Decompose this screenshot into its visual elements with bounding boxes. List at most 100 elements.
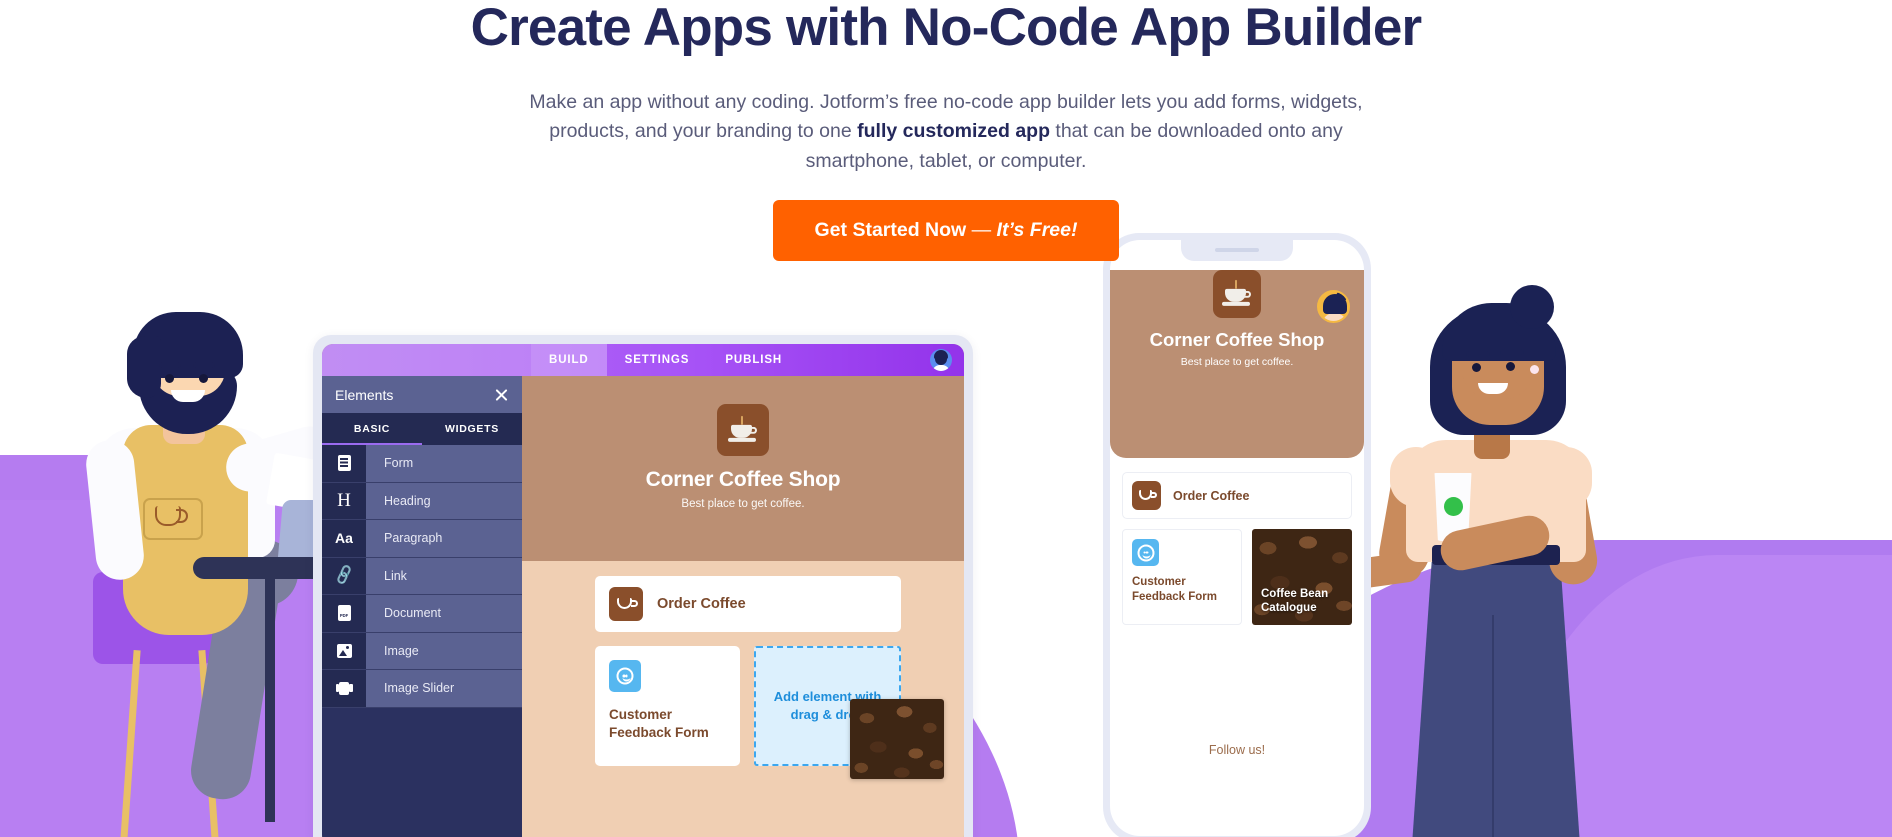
phone-screen: Corner Coffee Shop Best place to get cof…: [1110, 240, 1364, 836]
image-icon: [322, 632, 366, 669]
element-item-heading[interactable]: H Heading: [322, 482, 522, 520]
element-label: Heading: [366, 482, 522, 519]
smiley-icon: [1132, 539, 1159, 566]
woman-eye-right: [1506, 362, 1515, 371]
woman-skirt: [1412, 555, 1580, 837]
smiley-icon: [609, 660, 641, 692]
tablet-screen: BUILD SETTINGS PUBLISH Corner Coffee Sho…: [322, 344, 964, 837]
get-started-button[interactable]: Get Started Now — It’s Free!: [772, 200, 1120, 261]
document-pdf-icon: PDF: [322, 595, 366, 632]
coffee-cup-icon: [1222, 279, 1252, 306]
app-preview-body: Order Coffee Customer Feedback Form Add …: [522, 561, 964, 837]
phone-customer-feedback-card[interactable]: Customer Feedback Form: [1122, 529, 1242, 625]
phone-avatar-body: [1322, 313, 1347, 321]
link-icon: 🔗: [322, 557, 366, 594]
cta-container: Get Started Now — It’s Free!: [0, 200, 1892, 261]
woman-eyebrow-left: [1466, 351, 1490, 357]
phone-app-name: Corner Coffee Shop: [1149, 329, 1325, 350]
builder-topbar: BUILD SETTINGS PUBLISH: [322, 344, 964, 376]
image-slider-icon: [322, 670, 366, 707]
barista-eye-right: [199, 374, 208, 383]
element-item-paragraph[interactable]: Aa Paragraph: [322, 520, 522, 558]
hero-section: Create Apps with No-Code App Builder Mak…: [0, 0, 1892, 177]
page-title: Create Apps with No-Code App Builder: [470, 0, 1423, 57]
element-label: Paragraph: [366, 520, 522, 557]
element-label: Image Slider: [366, 670, 522, 707]
table-pole: [265, 572, 275, 822]
heading-icon: H: [322, 482, 366, 519]
element-item-image[interactable]: Image: [322, 632, 522, 670]
element-label: Link: [366, 557, 522, 594]
tab-build[interactable]: BUILD: [531, 344, 607, 376]
tab-publish[interactable]: PUBLISH: [707, 344, 800, 376]
customer-feedback-label: Customer Feedback Form: [609, 707, 709, 740]
elements-panel: Elements BASIC WIDGETS Form H Heading Aa: [322, 376, 522, 837]
app-tagline: Best place to get coffee.: [681, 498, 805, 510]
phone-catalogue-label: Coffee Bean Catalogue: [1261, 587, 1329, 615]
app-preview-header: Corner Coffee Shop Best place to get cof…: [522, 376, 964, 561]
user-avatar[interactable]: [930, 349, 952, 371]
elements-panel-title: Elements: [335, 386, 394, 403]
tab-widgets[interactable]: WIDGETS: [422, 413, 522, 445]
order-coffee-label: Order Coffee: [657, 596, 746, 612]
woman-skirt-fold: [1492, 615, 1494, 837]
form-icon: [322, 445, 366, 482]
element-label: Document: [366, 595, 522, 632]
customer-feedback-card[interactable]: Customer Feedback Form: [595, 646, 740, 766]
avatar-hair: [934, 350, 948, 359]
apron-coffee-cup-icon: [155, 506, 188, 526]
app-logo: [717, 404, 769, 456]
element-label: Image: [366, 632, 522, 669]
element-item-link[interactable]: 🔗 Link: [322, 557, 522, 595]
coffee-cup-icon: [609, 587, 643, 621]
cta-dash: —: [966, 219, 997, 241]
phone-avatar-bun: [1336, 292, 1347, 302]
phone-user-avatar[interactable]: [1317, 290, 1350, 323]
app-name: Corner Coffee Shop: [645, 468, 841, 491]
tab-settings[interactable]: SETTINGS: [607, 344, 708, 376]
tab-basic[interactable]: BASIC: [322, 413, 422, 445]
woman-sleeve-left: [1390, 447, 1442, 507]
phone-coffee-bean-catalogue-card[interactable]: Coffee Bean Catalogue: [1252, 529, 1352, 625]
hero-paragraph-bold: fully customized app: [857, 120, 1050, 143]
phone-app-body: Order Coffee Customer Feedback Form Coff…: [1110, 458, 1364, 757]
barista-hair-side: [127, 336, 161, 398]
woman-eye-left: [1472, 363, 1481, 372]
elements-list: Form H Heading Aa Paragraph 🔗 Link PDF D…: [322, 445, 522, 708]
hero-paragraph: Make an app without any coding. Jotform’…: [496, 88, 1396, 177]
cup-logo: [1444, 497, 1463, 516]
cta-free-text: It’s Free!: [996, 219, 1078, 241]
woman-eyebrow-right: [1500, 349, 1524, 355]
coffee-bean-thumbnail: [850, 699, 944, 779]
barista-eyebrow-right: [193, 362, 215, 368]
woman-hair-bun: [1510, 285, 1554, 329]
phone-order-coffee-card[interactable]: Order Coffee: [1122, 472, 1352, 519]
woman-sleeve-right: [1540, 447, 1592, 509]
element-item-image-slider[interactable]: Image Slider: [322, 670, 522, 708]
coffee-cup-icon: [1132, 481, 1161, 510]
phone-card-grid: Customer Feedback Form Coffee Bean Catal…: [1122, 529, 1352, 625]
phone-app-logo: [1213, 270, 1261, 318]
customer-illustration: [1350, 255, 1670, 837]
woman-earring: [1530, 365, 1539, 374]
chair-leg-left: [120, 649, 141, 837]
phone-order-coffee-label: Order Coffee: [1173, 488, 1250, 503]
element-label: Form: [366, 445, 522, 482]
phone-app-header: Corner Coffee Shop Best place to get cof…: [1110, 270, 1364, 458]
topbar-spacer: [322, 344, 531, 376]
phone-follow-us-text: Follow us!: [1208, 743, 1266, 757]
phone-mockup: Corner Coffee Shop Best place to get cof…: [1103, 233, 1371, 837]
element-item-form[interactable]: Form: [322, 445, 522, 483]
element-item-document[interactable]: PDF Document: [322, 595, 522, 633]
order-coffee-card[interactable]: Order Coffee: [595, 576, 901, 632]
paragraph-icon: Aa: [322, 520, 366, 557]
elements-panel-header: Elements: [322, 376, 522, 413]
tablet-mockup: BUILD SETTINGS PUBLISH Corner Coffee Sho…: [313, 335, 973, 837]
coffee-cup-icon: [728, 415, 758, 442]
close-icon[interactable]: [494, 387, 509, 402]
barista-eye-left: [165, 374, 174, 383]
barista-eyebrow-left: [159, 362, 181, 368]
cta-label: Get Started Now: [814, 219, 967, 241]
avatar-body: [932, 365, 950, 371]
phone-customer-feedback-label: Customer Feedback Form: [1132, 576, 1217, 603]
